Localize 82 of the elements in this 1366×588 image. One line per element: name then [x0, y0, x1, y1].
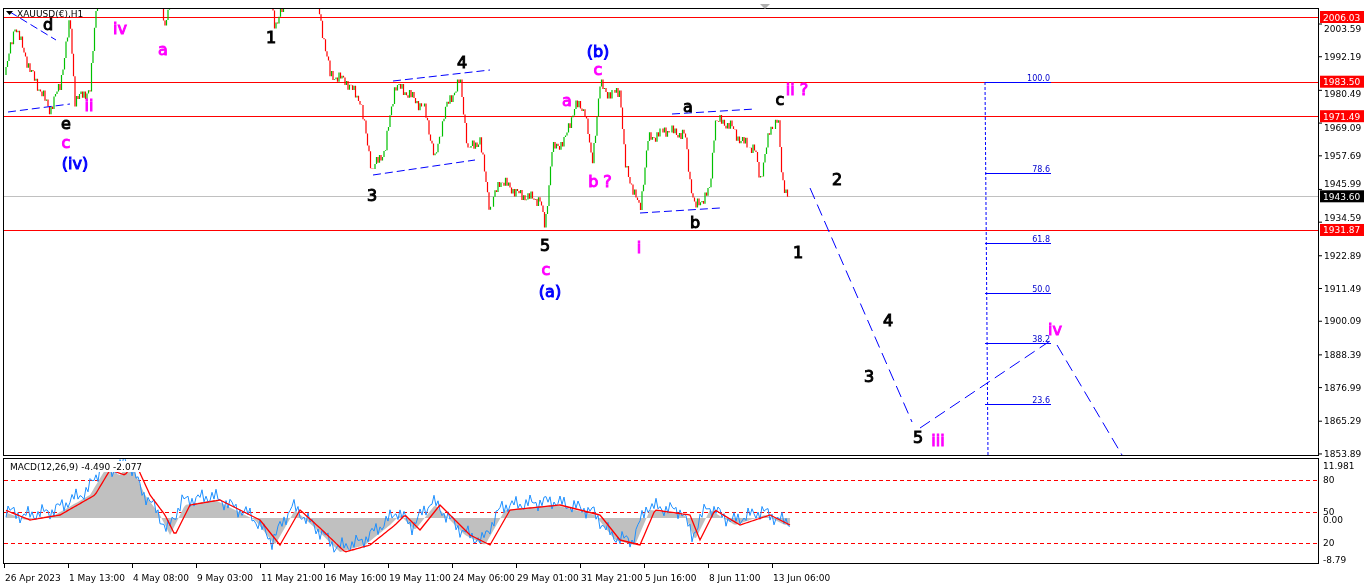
indicator-title: MACD(12,26,9) -4.490 -2.077 [10, 462, 143, 472]
price-axis-label: 1911.49 [1324, 283, 1362, 294]
wave-label: 2 [831, 170, 843, 189]
wave-label: 1 [265, 28, 277, 47]
wave-label: (b) [586, 42, 610, 61]
fibonacci-level-label: 23.6 [1032, 395, 1050, 405]
price-axis-label: 2003.59 [1324, 24, 1362, 34]
time-axis-label: 31 May 21:00 [581, 573, 643, 583]
time-axis-label: 24 May 06:00 [453, 573, 515, 583]
fibonacci-level-label: 50.0 [1032, 284, 1050, 294]
wave-label: 3 [863, 367, 875, 386]
time-axis-label: 4 May 08:00 [133, 573, 189, 583]
time-axis-label: 16 May 16:00 [325, 573, 387, 583]
indicator-axis-label: -8.79 [1323, 555, 1347, 565]
time-axis-label: 29 May 01:00 [517, 573, 579, 583]
price-axis-label: 1934.59 [1324, 213, 1362, 223]
price-axis-label: 1900.09 [1324, 316, 1362, 327]
price-tag: 1931.87 [1320, 224, 1364, 236]
wave-label: 1 [792, 243, 804, 262]
fibonacci-level-label: 100.0 [1027, 73, 1050, 83]
price-tag: 2006.03 [1320, 11, 1364, 23]
wave-label: e [61, 114, 71, 133]
wave-label: c [541, 260, 551, 279]
wave-label: iv [1048, 320, 1062, 339]
wave-label: a [683, 97, 693, 116]
price-tag: 1943.60 [1320, 190, 1364, 203]
wave-label: (a) [538, 282, 562, 301]
fibonacci-level-label: 38.2 [1032, 334, 1050, 344]
time-axis-label: 19 May 11:00 [389, 573, 451, 583]
wave-label: b [689, 213, 701, 232]
wave-label: a [158, 40, 168, 59]
dropdown-icon [6, 11, 13, 15]
wave-label: ii ? [785, 80, 809, 99]
price-axis-label: 1945.99 [1324, 179, 1362, 190]
time-axis-label: 11 May 21:00 [261, 573, 323, 583]
price-axis-label: 1957.69 [1324, 150, 1362, 161]
time-axis-label: 9 May 03:00 [197, 573, 253, 583]
fibonacci-level-line [984, 404, 1052, 405]
wave-label: iii [931, 431, 945, 450]
wave-label: i [636, 238, 642, 257]
indicator-axis-label: 11.981 [1323, 461, 1355, 471]
time-axis-label: 5 Jun 16:00 [645, 573, 697, 583]
fibonacci-level-label: 61.8 [1032, 234, 1050, 244]
fibonacci-level-line [984, 293, 1052, 294]
indicator-axis-label: 50 [1323, 507, 1335, 517]
wave-label: ii [84, 96, 94, 115]
price-axis-label: 1888.39 [1324, 349, 1362, 360]
wave-label: a [562, 91, 572, 110]
price-tag: 1971.49 [1320, 110, 1364, 123]
fibonacci-level-line [984, 243, 1052, 244]
fibonacci-level-line [984, 82, 1052, 83]
time-axis-label: 26 Apr 2023 [5, 573, 61, 583]
price-axis-label: 1992.19 [1324, 51, 1362, 62]
wave-label: 5 [539, 236, 551, 255]
price-axis-label: 1980.49 [1324, 88, 1362, 99]
wave-label: 5 [912, 428, 924, 447]
price-axis-label: 1876.99 [1324, 382, 1362, 393]
wave-label: iv [113, 19, 127, 38]
wave-label: 4 [882, 311, 894, 330]
wave-label: c [61, 133, 71, 152]
trendline [7, 103, 71, 113]
indicator-axis-label: 20 [1323, 538, 1335, 548]
fibonacci-level-label: 78.6 [1032, 164, 1050, 174]
fibonacci-level-line [984, 173, 1052, 174]
price-axis-label: 1969.09 [1324, 123, 1362, 134]
time-axis-label: 8 Jun 11:00 [709, 573, 761, 583]
indicator-axis-label: 0.00 [1323, 515, 1344, 525]
wave-label: c [593, 60, 603, 79]
chart-shift-marker-icon [760, 4, 770, 9]
price-axis-label: 1865.29 [1324, 416, 1362, 427]
time-axis-label: 1 May 13:00 [69, 573, 125, 583]
wave-label: (iv) [61, 154, 89, 173]
wave-label: 4 [456, 53, 468, 72]
wave-label: 3 [366, 186, 378, 205]
fibonacci-level-line [984, 343, 1052, 344]
price-axis-label: 1922.89 [1324, 250, 1362, 261]
wave-label: c [775, 90, 785, 109]
price-axis-label: 1853.89 [1324, 448, 1362, 459]
price-tag: 1983.50 [1320, 75, 1364, 88]
indicator-axis-label: 80 [1323, 475, 1335, 485]
wave-label: b ? [588, 172, 612, 191]
time-axis-label: 13 Jun 06:00 [773, 573, 831, 583]
